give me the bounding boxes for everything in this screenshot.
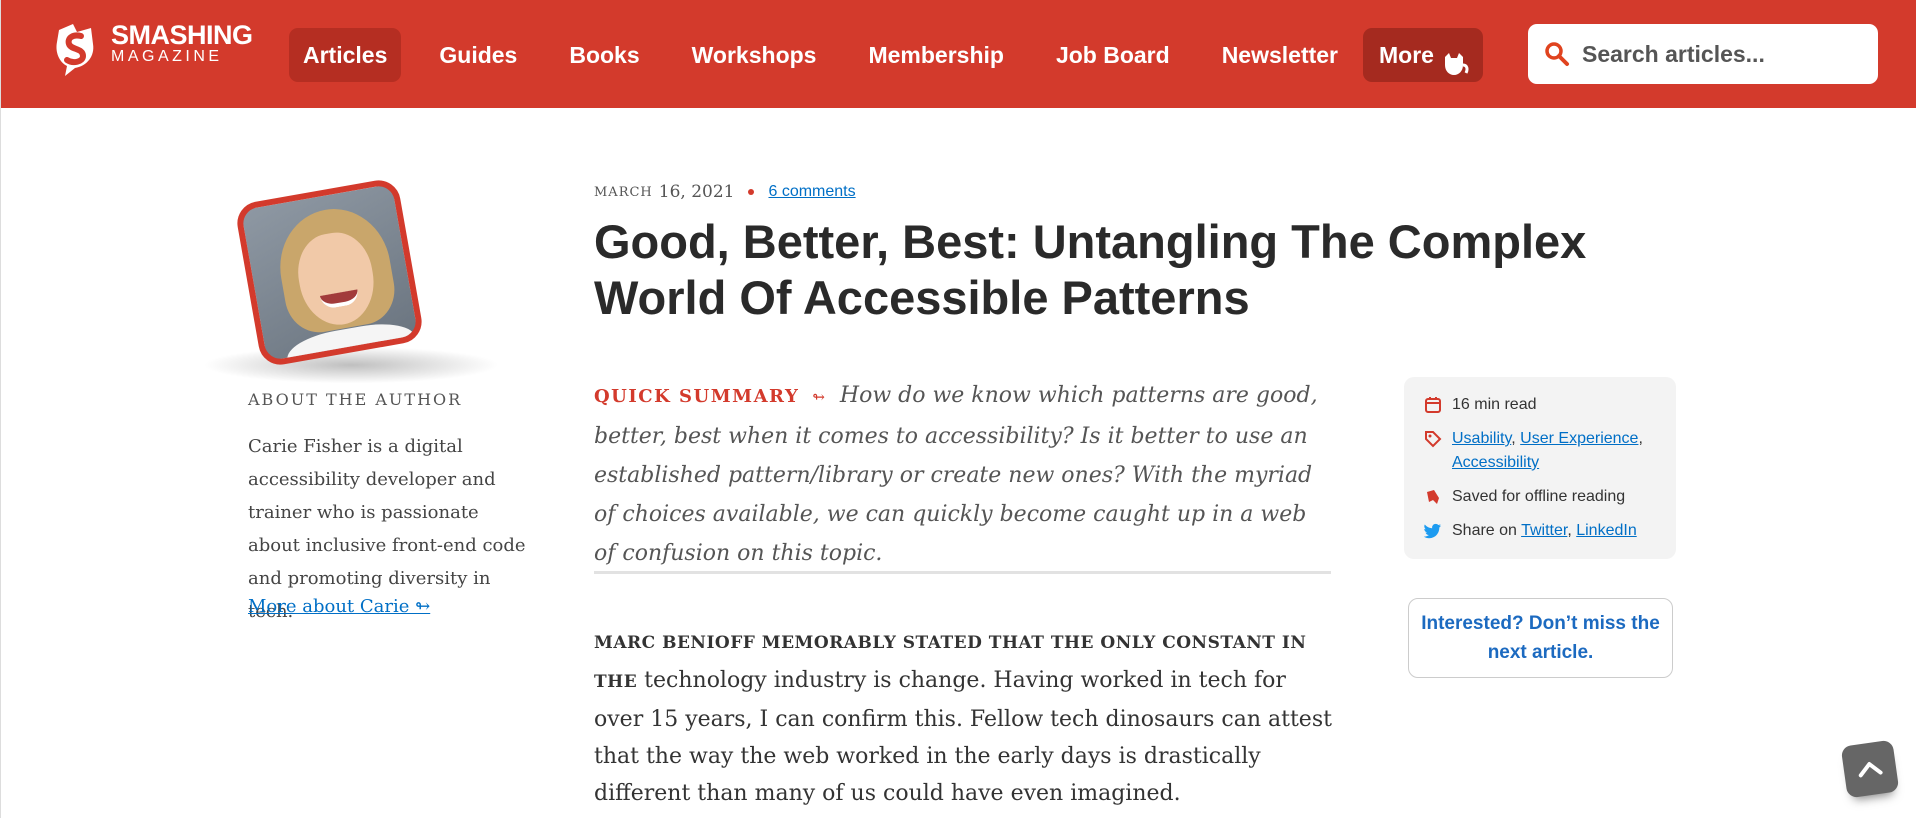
nav-workshops[interactable]: Workshops — [678, 28, 831, 82]
summary-divider — [594, 571, 1331, 574]
tag-accessibility[interactable]: Accessibility — [1452, 454, 1539, 471]
tag-user-experience[interactable]: User Experience — [1520, 430, 1638, 447]
article-info-box: 16 min read Usability, User Experience, … — [1404, 377, 1676, 559]
site-logo[interactable]: SMASHING MAGAZINE — [51, 22, 253, 76]
search-box[interactable] — [1528, 24, 1878, 84]
back-to-top-button[interactable] — [1840, 739, 1900, 799]
more-about-author-link[interactable]: More about Carie ↬ — [248, 596, 430, 617]
bookmark-icon — [1424, 488, 1442, 506]
meta-separator-dot — [748, 189, 755, 195]
offline-status: Saved for offline reading — [1452, 488, 1626, 505]
share-row: Share on Twitter, LinkedIn — [1423, 519, 1656, 543]
tag-usability[interactable]: Usability — [1452, 430, 1511, 447]
about-author-heading: ABOUT THE AUTHOR — [248, 390, 463, 409]
read-time-row: 16 min read — [1424, 393, 1656, 417]
newsletter-cta[interactable]: Interested? Don’t miss the next article. — [1408, 598, 1673, 678]
article-meta: MARCH 16, 2021 6 comments — [594, 182, 856, 202]
nav-more-button[interactable]: More — [1363, 28, 1483, 82]
share-linkedin-link[interactable]: LinkedIn — [1576, 522, 1637, 539]
cat-icon — [1441, 42, 1469, 75]
article-body: MARC BENIOFF MEMORABLY STATED THAT THE O… — [594, 623, 1334, 812]
logo-cat-icon — [51, 22, 101, 76]
date-day-year: 16, 2021 — [658, 182, 735, 202]
calendar-icon — [1424, 396, 1442, 414]
article-title: Good, Better, Best: Untangling The Compl… — [594, 215, 1587, 324]
comments-link[interactable]: 6 comments — [768, 183, 855, 201]
nav-more-label: More — [1379, 42, 1434, 68]
chevron-up-icon — [1858, 762, 1883, 778]
logo-subtitle: MAGAZINE — [111, 48, 223, 65]
quick-summary: QUICK SUMMARY ↬ How do we know which pat… — [594, 376, 1334, 573]
search-icon — [1544, 41, 1570, 67]
author-avatar[interactable] — [233, 176, 426, 369]
tags-row: Usability, User Experience, Accessibilit… — [1424, 427, 1656, 475]
quick-summary-label: QUICK SUMMARY — [594, 386, 800, 407]
nav-newsletter[interactable]: Newsletter — [1208, 28, 1352, 82]
summary-text: How do we know which patterns are good, … — [594, 383, 1318, 566]
main-nav: Articles Guides Books Workshops Membersh… — [289, 28, 1376, 82]
nav-books[interactable]: Books — [555, 28, 653, 82]
nav-job-board[interactable]: Job Board — [1042, 28, 1184, 82]
article-paragraph: technology industry is change. Having wo… — [594, 668, 1332, 806]
summary-arrow-icon: ↬ — [812, 388, 825, 406]
author-photo-area — [191, 176, 511, 385]
nav-articles[interactable]: Articles — [289, 28, 402, 82]
logo-title: SMASHING — [111, 20, 253, 50]
nav-guides[interactable]: Guides — [425, 28, 531, 82]
share-twitter-link[interactable]: Twitter — [1521, 522, 1567, 539]
offline-row: Saved for offline reading — [1424, 485, 1656, 509]
date-month: MARCH — [594, 184, 653, 200]
share-prefix: Share on — [1452, 522, 1517, 539]
tag-icon — [1424, 430, 1442, 448]
site-header: SMASHING MAGAZINE Articles Guides Books … — [1, 0, 1916, 108]
twitter-icon — [1423, 522, 1442, 540]
nav-membership[interactable]: Membership — [854, 28, 1017, 82]
read-time: 16 min read — [1452, 396, 1537, 413]
search-input[interactable] — [1582, 40, 1862, 68]
